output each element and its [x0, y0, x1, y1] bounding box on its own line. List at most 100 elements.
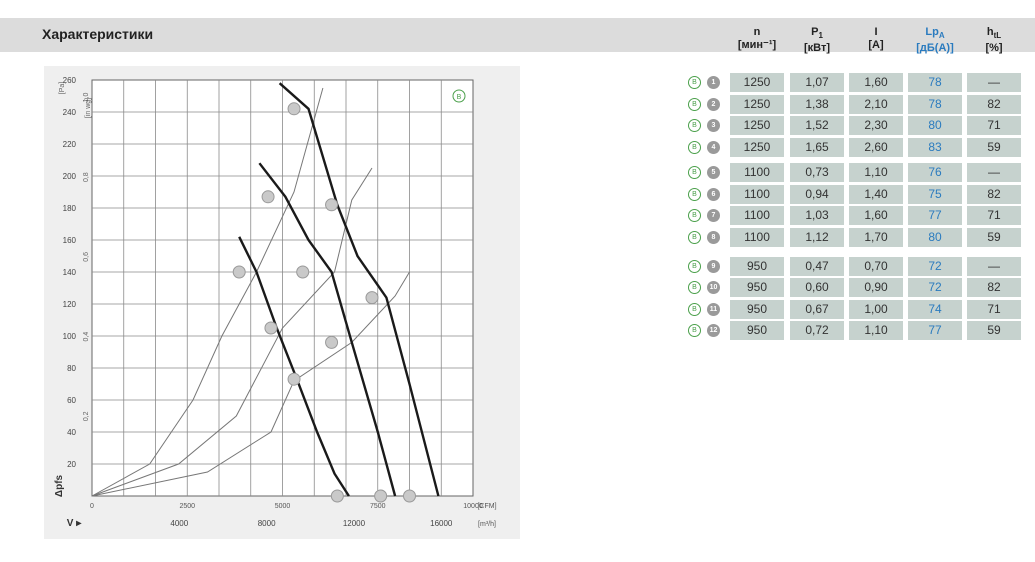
fan-performance-chart: 204060801001201401601802002202402600,20,… — [54, 76, 497, 529]
column-header-0: n [мин⁻¹] — [730, 26, 784, 52]
y-tick-label: 180 — [63, 204, 77, 213]
table-cell-lpa: 76 — [908, 163, 962, 182]
row-number-badge: 4 — [707, 141, 720, 154]
table-cell-lpa: 78 — [908, 73, 962, 92]
table-cell-lpa: 78 — [908, 95, 962, 114]
row-number-badge: 2 — [707, 98, 720, 111]
chart-version-badge-label: B — [457, 94, 462, 101]
version-badge: B — [688, 324, 701, 337]
version-badge: B — [688, 231, 701, 244]
column-symbol: I — [874, 26, 878, 38]
column-symbol-subscript: tL — [993, 31, 1002, 41]
table-cell-lpa: 80 — [908, 116, 962, 135]
y-tick-label: 200 — [63, 172, 77, 181]
table-cell-p1: 1,65 — [790, 138, 844, 157]
table-cell-i: 2,10 — [849, 95, 903, 114]
table-cell-h: 71 — [967, 300, 1021, 319]
table-cell-p1: 0,47 — [790, 257, 844, 276]
operating-point — [325, 335, 339, 349]
operating-point — [374, 489, 388, 503]
column-symbol-subscript: 1 — [818, 31, 823, 41]
table-cell-lpa: 72 — [908, 278, 962, 297]
y-tick-label: 160 — [63, 236, 77, 245]
table-cell-n: 1100 — [730, 206, 784, 225]
table-cell-p1: 0,67 — [790, 300, 844, 319]
table-cell-i: 0,90 — [849, 278, 903, 297]
column-symbol: h — [986, 26, 994, 38]
table-cell-h: 82 — [967, 185, 1021, 204]
operating-point — [325, 198, 339, 212]
row-number-badge: 12 — [707, 324, 720, 337]
table-cell-n: 1250 — [730, 95, 784, 114]
table-cell-p1: 0,94 — [790, 185, 844, 204]
x-alt-tick-label: 8000 — [258, 519, 276, 528]
version-badge: B — [688, 119, 701, 132]
table-cell-i: 1,10 — [849, 163, 903, 182]
y-alt-unit: [in wg] — [85, 98, 92, 118]
version-badge: B — [688, 209, 701, 222]
y-tick-label: 140 — [63, 268, 77, 277]
y-tick-label: 120 — [63, 300, 77, 309]
y-axis-label: Δpfs — [54, 474, 65, 497]
version-badge: B — [688, 141, 701, 154]
y-alt-tick-label: 0,8 — [83, 172, 90, 182]
y-alt-tick-label: 0,2 — [83, 411, 90, 421]
table-cell-p1: 1,52 — [790, 116, 844, 135]
column-header-2: I [A] — [849, 26, 903, 52]
table-cell-n: 1250 — [730, 73, 784, 92]
row-number-badge: 6 — [707, 188, 720, 201]
table-cell-n: 950 — [730, 257, 784, 276]
table-cell-n: 1250 — [730, 116, 784, 135]
table-cell-i: 1,00 — [849, 300, 903, 319]
column-unit: [кВт] — [803, 42, 831, 55]
x-alt-tick-label: 4000 — [170, 519, 188, 528]
table-cell-lpa: 72 — [908, 257, 962, 276]
x-alt-tick-label: 12000 — [343, 519, 366, 528]
column-symbol: Lp — [925, 26, 939, 38]
table-cell-lpa: 83 — [908, 138, 962, 157]
version-badge: B — [688, 166, 701, 179]
y-tick-label: 20 — [67, 460, 76, 469]
table-cell-h: 59 — [967, 228, 1021, 247]
table-cell-lpa: 80 — [908, 228, 962, 247]
table-cell-h: 59 — [967, 138, 1021, 157]
table-cell-i: 1,40 — [849, 185, 903, 204]
table-cell-i: 1,60 — [849, 73, 903, 92]
table-cell-n: 950 — [730, 278, 784, 297]
table-cell-h: 71 — [967, 116, 1021, 135]
table-cell-n: 1250 — [730, 138, 784, 157]
row-number-badge: 11 — [707, 303, 720, 316]
y-tick-label: 220 — [63, 140, 77, 149]
operating-point — [330, 489, 344, 503]
operating-point — [232, 265, 246, 279]
row-number-badge: 8 — [707, 231, 720, 244]
table-cell-i: 1,10 — [849, 321, 903, 340]
chart-area: 20 40 60 80 100 120 140 160 180 200 220 240 260 0,2 0,… — [44, 66, 520, 539]
table-cell-p1: 1,03 — [790, 206, 844, 225]
row-number-badge: 1 — [707, 76, 720, 89]
row-number-badge: 10 — [707, 281, 720, 294]
table-cell-p1: 0,60 — [790, 278, 844, 297]
x-tick-label: 7500 — [370, 503, 386, 510]
version-badge: B — [688, 260, 701, 273]
table-cell-lpa: 75 — [908, 185, 962, 204]
table-cell-i: 2,30 — [849, 116, 903, 135]
column-header-1: P1 [кВт] — [790, 26, 844, 55]
x-alt-tick-label: 16000 — [430, 519, 453, 528]
x-tick-label: 2500 — [179, 503, 195, 510]
table-cell-p1: 0,73 — [790, 163, 844, 182]
table-cell-n: 1100 — [730, 228, 784, 247]
table-cell-n: 950 — [730, 300, 784, 319]
table-cell-p1: 1,12 — [790, 228, 844, 247]
table-cell-n: 950 — [730, 321, 784, 340]
version-badge: B — [688, 188, 701, 201]
table-cell-h: 71 — [967, 206, 1021, 225]
table-cell-n: 1100 — [730, 185, 784, 204]
y-unit: [Pa] — [59, 82, 66, 95]
column-unit: [мин⁻¹] — [737, 39, 777, 51]
operating-point — [403, 489, 416, 503]
x-unit: [CFM] — [477, 503, 496, 510]
column-header-4: htL [%] — [967, 26, 1021, 55]
table-cell-lpa: 74 — [908, 300, 962, 319]
y-tick-label: 60 — [67, 396, 76, 405]
